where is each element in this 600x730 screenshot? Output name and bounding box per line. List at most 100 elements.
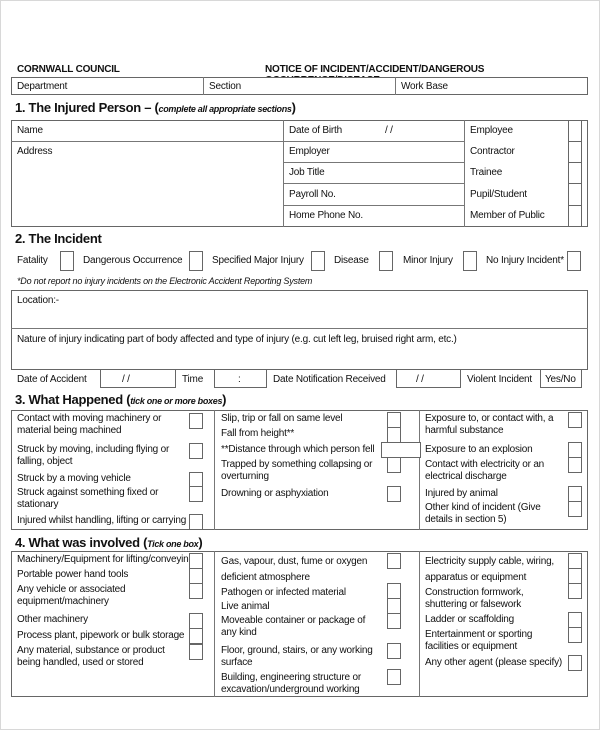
section1-title: 1. The Injured Person – ( [15, 100, 159, 115]
disease-checkbox[interactable] [379, 251, 393, 271]
involved-ladder-checkbox[interactable] [568, 612, 582, 628]
involved-floor-label: Floor, ground, stairs, or any working su… [221, 645, 373, 668]
happened-animal-checkbox[interactable] [568, 486, 582, 502]
involved-electricity-checkbox[interactable] [568, 553, 582, 569]
involved-electricity-checkbox-2[interactable] [568, 568, 582, 584]
involved-live-animal-label: Live animal [221, 601, 270, 612]
happened-fall-height-checkbox[interactable] [387, 427, 401, 443]
employer-field[interactable]: Employer [289, 146, 330, 158]
involved-formwork-checkbox[interactable] [568, 583, 582, 599]
section3-title: 3. What Happened ( [15, 392, 131, 407]
section3-subtitle: tick one or more boxes [130, 396, 223, 406]
incident-details-table [11, 290, 588, 370]
happened-animal-label: Injured by animal [425, 488, 498, 499]
involved-pathogen-checkbox[interactable] [387, 583, 401, 599]
date-notification-input[interactable] [396, 369, 461, 388]
involved-building-label: Building, engineering structure or excav… [221, 672, 361, 695]
department-field[interactable]: Department [17, 81, 67, 93]
nature-of-injury-field[interactable]: Nature of injury indicating part of body… [17, 334, 457, 346]
no-injury-label: No Injury Incident* [486, 255, 564, 266]
involved-live-animal-checkbox[interactable] [387, 598, 401, 614]
involved-lifting-label: Machinery/Equipment for lifting/conveyin… [17, 554, 194, 565]
happened-harmful-substance-label: Exposure to, or contact with, a harmful … [425, 413, 554, 436]
violent-incident-value: Yes/No [545, 374, 576, 385]
involved-material-checkbox[interactable] [189, 644, 203, 660]
involved-electricity-label: Electricity supply cable, wiring, appara… [425, 556, 555, 583]
happened-struck-fixed-checkbox[interactable] [189, 486, 203, 502]
involved-entertainment-checkbox[interactable] [568, 627, 582, 643]
involved-lifting-checkbox[interactable] [189, 553, 203, 569]
address-field[interactable]: Address [17, 146, 52, 158]
public-checkbox[interactable] [568, 205, 582, 227]
name-field[interactable]: Name [17, 125, 43, 137]
happened-drowning-label: Drowning or asphyxiation [221, 488, 329, 499]
involved-gas-checkbox[interactable] [387, 553, 401, 569]
involved-other-agent-checkbox[interactable] [568, 655, 582, 671]
no-injury-checkbox[interactable] [567, 251, 581, 271]
happened-slip-trip-checkbox[interactable] [387, 412, 401, 428]
involved-hand-tools-checkbox[interactable] [189, 568, 203, 584]
minor-injury-label: Minor Injury [403, 255, 453, 266]
involved-pathogen-label: Pathogen or infected material [221, 587, 346, 598]
happened-slip-trip-label: Slip, trip or fall on same level [221, 413, 343, 424]
pupil-checkbox[interactable] [568, 183, 582, 206]
involved-container-checkbox[interactable] [387, 613, 401, 629]
specified-major-injury-checkbox[interactable] [311, 251, 325, 271]
category-public-label: Member of Public [470, 210, 545, 221]
happened-struck-vehicle-label: Struck by a moving vehicle [17, 473, 131, 484]
involved-vehicle-checkbox[interactable] [189, 583, 203, 599]
date-of-accident-label: Date of Accident [17, 374, 87, 385]
involved-material-label: Any material, substance or product being… [17, 645, 165, 668]
involved-process-plant-label: Process plant, pipework or bulk storage [17, 630, 185, 641]
section4-paren: ) [198, 535, 203, 550]
dob-slashes: / / [385, 125, 393, 136]
work-base-field[interactable]: Work Base [401, 81, 448, 93]
happened-trapped-checkbox[interactable] [387, 457, 401, 473]
fall-distance-input[interactable] [381, 442, 421, 458]
section-field[interactable]: Section [209, 81, 241, 93]
date-of-accident-slashes: / / [122, 374, 130, 385]
happened-handling-checkbox[interactable] [189, 514, 203, 530]
happened-drowning-checkbox[interactable] [387, 486, 401, 502]
job-title-field[interactable]: Job Title [289, 167, 325, 179]
happened-contact-machinery-label: Contact with moving machinery or materia… [17, 413, 162, 436]
location-field[interactable]: Location:- [17, 295, 59, 307]
section4-title: 4. What was involved ( [15, 535, 148, 550]
trainee-checkbox[interactable] [568, 162, 582, 184]
dob-field[interactable]: Date of Birth [289, 125, 342, 137]
happened-electricity-checkbox[interactable] [568, 457, 582, 473]
date-of-accident-input[interactable] [100, 369, 176, 388]
category-trainee-label: Trainee [470, 167, 503, 178]
dangerous-occurrence-checkbox[interactable] [189, 251, 203, 271]
minor-injury-checkbox[interactable] [463, 251, 477, 271]
violent-incident-label: Violent Incident [467, 374, 532, 385]
involved-other-machinery-checkbox[interactable] [189, 613, 203, 629]
happened-other-checkbox[interactable] [568, 501, 582, 517]
involved-floor-checkbox[interactable] [387, 643, 401, 659]
specified-major-injury-label: Specified Major Injury [212, 255, 304, 266]
fatality-label: Fatality [17, 255, 48, 266]
involved-vehicle-label: Any vehicle or associated equipment/mach… [17, 584, 126, 607]
happened-contact-machinery-checkbox[interactable] [189, 413, 203, 429]
happened-explosion-checkbox[interactable] [568, 442, 582, 458]
org-name: CORNWALL COUNCIL [17, 64, 120, 75]
involved-formwork-label: Construction formwork, shuttering or fal… [425, 587, 524, 610]
section1-subtitle: complete all appropriate sections [158, 104, 292, 114]
happened-struck-object-checkbox[interactable] [189, 443, 203, 459]
no-injury-footnote: *Do not report no injury incidents on th… [17, 276, 313, 286]
header-fields-row [11, 77, 588, 95]
involved-process-plant-checkbox[interactable] [189, 628, 203, 644]
section4-heading: 4. What was involved (Tick one box) [15, 535, 203, 550]
involved-other-machinery-label: Other machinery [17, 614, 88, 625]
contractor-checkbox[interactable] [568, 141, 582, 163]
home-phone-field[interactable]: Home Phone No. [289, 210, 363, 222]
happened-electricity-label: Contact with electricity or an electrica… [425, 459, 545, 482]
payroll-field[interactable]: Payroll No. [289, 189, 336, 201]
happened-explosion-label: Exposure to an explosion [425, 444, 533, 455]
involved-building-checkbox[interactable] [387, 669, 401, 685]
section2-title: 2. The Incident [15, 231, 102, 246]
happened-harmful-substance-checkbox[interactable] [568, 412, 582, 428]
fatality-checkbox[interactable] [60, 251, 74, 271]
employee-checkbox[interactable] [568, 120, 582, 142]
section3-heading: 3. What Happened (tick one or more boxes… [15, 392, 226, 407]
